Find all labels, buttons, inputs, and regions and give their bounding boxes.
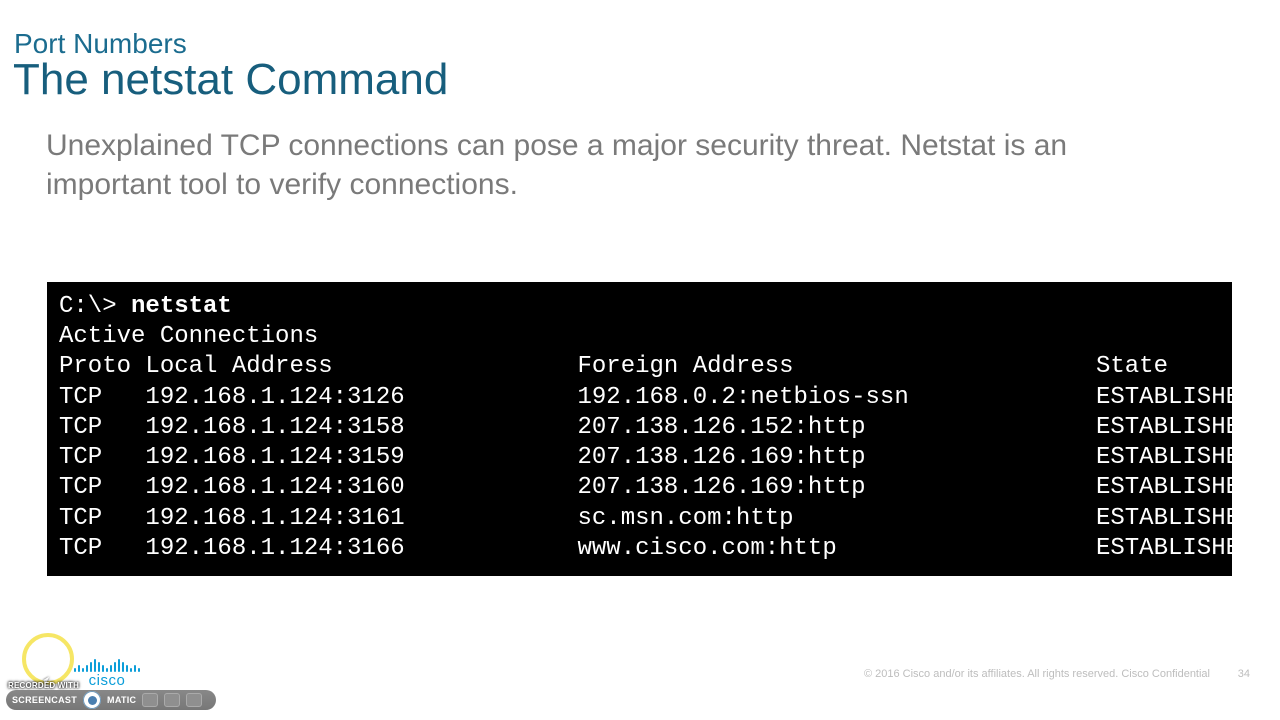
recorder-mini-button-b[interactable]	[164, 693, 180, 707]
terminal-row: TCP 192.168.1.124:3126 192.168.0.2:netbi…	[59, 383, 1220, 413]
cisco-wordmark: cisco	[89, 673, 126, 688]
recorder-toolbar: SCREENCAST MATIC	[6, 690, 216, 710]
recorder-mini-button-a[interactable]	[142, 693, 158, 707]
cursor-highlight-circle	[22, 633, 74, 685]
terminal-row: TCP 192.168.1.124:3159 207.138.126.169:h…	[59, 443, 1220, 473]
cisco-logo: cisco	[74, 658, 140, 688]
terminal-row: TCP 192.168.1.124:3158 207.138.126.152:h…	[59, 413, 1220, 443]
slide-body-text: Unexplained TCP connections can pose a m…	[46, 126, 1200, 204]
page-title: The netstat Command	[13, 55, 448, 105]
recorder-mini-button-c[interactable]	[186, 693, 202, 707]
recorder-brand-b: MATIC	[107, 695, 136, 705]
terminal-header-row: Proto Local Address Foreign Address Stat…	[59, 352, 1220, 382]
terminal-row: TCP 192.168.1.124:3160 207.138.126.169:h…	[59, 473, 1220, 503]
terminal-row: TCP 192.168.1.124:3166 www.cisco.com:htt…	[59, 534, 1220, 564]
terminal-active-label: Active Connections	[59, 322, 1220, 352]
recorder-brand-a: SCREENCAST	[12, 695, 77, 705]
recorder-watermark: RECORDED WITH	[8, 681, 79, 690]
terminal-command: netstat	[131, 293, 232, 320]
prompt-text: C:\>	[59, 293, 131, 320]
terminal-row: TCP 192.168.1.124:3161 sc.msn.com:http E…	[59, 504, 1220, 534]
terminal-prompt-line: C:\> netstat	[59, 292, 1220, 322]
terminal-block: C:\> netstat Active Connections Proto Lo…	[47, 282, 1232, 576]
record-icon[interactable]	[83, 691, 101, 709]
footer-copyright: © 2016 Cisco and/or its affiliates. All …	[864, 668, 1210, 680]
cisco-bars-icon	[74, 658, 140, 672]
slide-number: 34	[1238, 668, 1250, 680]
